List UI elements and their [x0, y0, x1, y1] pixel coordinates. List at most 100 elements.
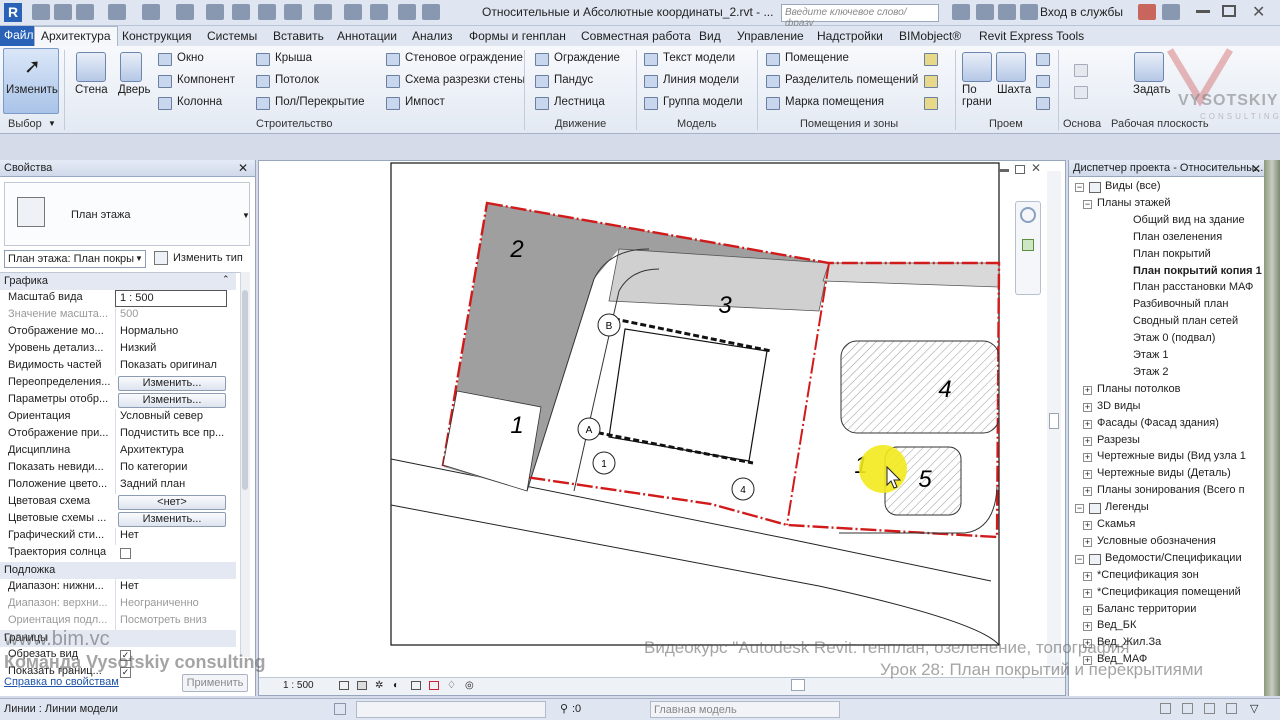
zone-4-area[interactable]: [840, 340, 1000, 434]
edit-button[interactable]: <нет>: [118, 495, 226, 510]
property-value[interactable]: Нет: [115, 579, 227, 596]
by-face-label[interactable]: По грани: [962, 84, 992, 108]
tab-structure[interactable]: Конструкция: [122, 29, 192, 43]
stair-button[interactable]: Лестница: [554, 96, 605, 108]
filter-icon[interactable]: ⚲: [560, 702, 568, 715]
subscription-icon[interactable]: [976, 4, 994, 20]
browser-item[interactable]: Условные обозначения: [1097, 535, 1216, 547]
edit-type-icon[interactable]: [154, 251, 168, 265]
by-face-icon[interactable]: [962, 52, 992, 82]
wall-label[interactable]: Стена: [75, 84, 108, 96]
section-underlay[interactable]: Подложка: [0, 562, 236, 579]
select-links-icon[interactable]: [1160, 703, 1171, 714]
panel-select-label[interactable]: Выбор: [8, 118, 42, 130]
sun-path-checkbox[interactable]: [120, 548, 131, 559]
chevron-down-icon[interactable]: ▼: [48, 119, 56, 128]
property-row[interactable]: Отображение мо... Нормально: [4, 324, 236, 341]
property-value[interactable]: Архитектура: [115, 443, 227, 460]
browser-item[interactable]: Разбивочный план: [1133, 298, 1228, 310]
road-edge-line[interactable]: [390, 504, 1000, 646]
help-link[interactable]: Справка по свойствам: [4, 676, 119, 688]
area-tag-icon[interactable]: [924, 97, 938, 110]
model-line-button[interactable]: Линия модели: [663, 74, 739, 86]
save-icon[interactable]: [54, 4, 72, 20]
worksets-icon[interactable]: [334, 703, 346, 715]
model-group-button[interactable]: Группа модели: [663, 96, 743, 108]
roof-button[interactable]: Крыша: [275, 52, 312, 64]
close-button[interactable]: ✕: [1252, 2, 1265, 22]
browser-item[interactable]: Этаж 0 (подвал): [1133, 332, 1215, 344]
ramp-button[interactable]: Пандус: [554, 74, 593, 86]
v-scroll-thumb[interactable]: [1049, 413, 1059, 429]
crop-view-icon[interactable]: [411, 681, 421, 690]
browser-item[interactable]: *Спецификация помещений: [1097, 586, 1241, 598]
railing-button[interactable]: Ограждение: [554, 52, 620, 64]
property-row[interactable]: Траектория солнца: [4, 545, 236, 562]
tab-manage[interactable]: Управление: [737, 29, 804, 43]
property-row[interactable]: Диапазон: нижни... Нет: [4, 579, 236, 596]
select-underlay-icon[interactable]: [1182, 703, 1193, 714]
expand-toggle-icon[interactable]: +: [1083, 436, 1092, 446]
expand-toggle-icon[interactable]: +: [1083, 537, 1092, 547]
tab-annotate[interactable]: Аннотации: [337, 29, 397, 43]
browser-item[interactable]: Планы потолков: [1097, 383, 1180, 395]
tab-massing-site[interactable]: Формы и генплан: [469, 29, 566, 43]
property-row[interactable]: Цветовые схемы ... Изменить...: [4, 511, 236, 528]
property-row[interactable]: Значение масшта... 500: [4, 307, 236, 324]
browser-item[interactable]: Баланс территории: [1097, 603, 1196, 615]
browser-item[interactable]: 3D виды: [1097, 400, 1140, 412]
view-close-icon[interactable]: ✕: [1031, 161, 1041, 175]
tab-bimobject[interactable]: BIMobject®: [899, 29, 961, 43]
tab-revit-express[interactable]: Revit Express Tools: [979, 29, 1084, 43]
expand-toggle-icon[interactable]: +: [1083, 588, 1092, 598]
steering-wheel-icon[interactable]: [1020, 207, 1036, 223]
browser-item[interactable]: *Спецификация зон: [1097, 569, 1199, 581]
browser-item[interactable]: Виды (все): [1105, 180, 1161, 192]
chevron-down-icon[interactable]: ▼: [242, 211, 250, 220]
h-scroll-thumb[interactable]: [791, 679, 805, 691]
property-row[interactable]: Дисциплина Архитектура: [4, 443, 236, 460]
property-row[interactable]: Отображение при... Подчистить все пр...: [4, 426, 236, 443]
revit-logo-icon[interactable]: R: [4, 3, 22, 22]
floor-button[interactable]: Пол/Перекрытие: [275, 96, 365, 108]
shadows-icon[interactable]: ◐: [393, 680, 399, 691]
property-value[interactable]: 500: [115, 307, 227, 324]
ceiling-button[interactable]: Потолок: [275, 74, 319, 86]
right-band[interactable]: [822, 262, 1000, 288]
property-row[interactable]: Ориентация Условный север: [4, 409, 236, 426]
apply-button[interactable]: Применить: [182, 674, 248, 692]
reveal-hidden-icon[interactable]: ◎: [465, 680, 474, 691]
curtain-grid-button[interactable]: Схема разрезки стены: [405, 74, 525, 86]
grid-icon[interactable]: [1074, 86, 1088, 99]
section-graphics[interactable]: Графика: [0, 273, 236, 290]
tag-icon[interactable]: [258, 4, 276, 20]
browser-item[interactable]: Чертежные виды (Вид узла 1: [1097, 450, 1246, 462]
property-value[interactable]: 1 : 500: [115, 290, 227, 307]
login-link[interactable]: Вход в службы: [1040, 5, 1123, 19]
open-icon[interactable]: [32, 4, 50, 20]
binoculars-icon[interactable]: [952, 4, 970, 20]
expand-toggle-icon[interactable]: +: [1083, 571, 1092, 581]
select-pinned-icon[interactable]: [1204, 703, 1215, 714]
edit-button[interactable]: Изменить...: [118, 393, 226, 408]
browser-item[interactable]: План покрытий копия 1: [1133, 265, 1262, 277]
property-row[interactable]: Графический сти... Нет: [4, 528, 236, 545]
close-icon[interactable]: ✕: [238, 161, 248, 175]
expand-toggle-icon[interactable]: +: [1083, 605, 1092, 615]
close-icon[interactable]: ✕: [1251, 162, 1261, 176]
sun-path-icon[interactable]: ✲: [375, 680, 383, 691]
user-icon[interactable]: [1020, 4, 1038, 20]
door-icon[interactable]: [120, 52, 142, 82]
shaft-label[interactable]: Шахта: [997, 84, 1031, 96]
room-button[interactable]: Помещение: [785, 52, 849, 64]
view-minimize-icon[interactable]: [999, 169, 1009, 172]
help-icon[interactable]: [1162, 4, 1180, 20]
browser-item[interactable]: Чертежные виды (Деталь): [1097, 467, 1231, 479]
thin-lines-icon[interactable]: [370, 4, 388, 20]
door-label[interactable]: Дверь: [118, 84, 151, 96]
level-icon[interactable]: [1074, 64, 1088, 77]
zoom-icon[interactable]: [1022, 239, 1034, 251]
browser-item[interactable]: План расстановки МАФ: [1133, 281, 1253, 293]
property-value[interactable]: Посмотреть вниз: [115, 613, 227, 630]
property-row[interactable]: Параметры отобр... Изменить...: [4, 392, 236, 409]
